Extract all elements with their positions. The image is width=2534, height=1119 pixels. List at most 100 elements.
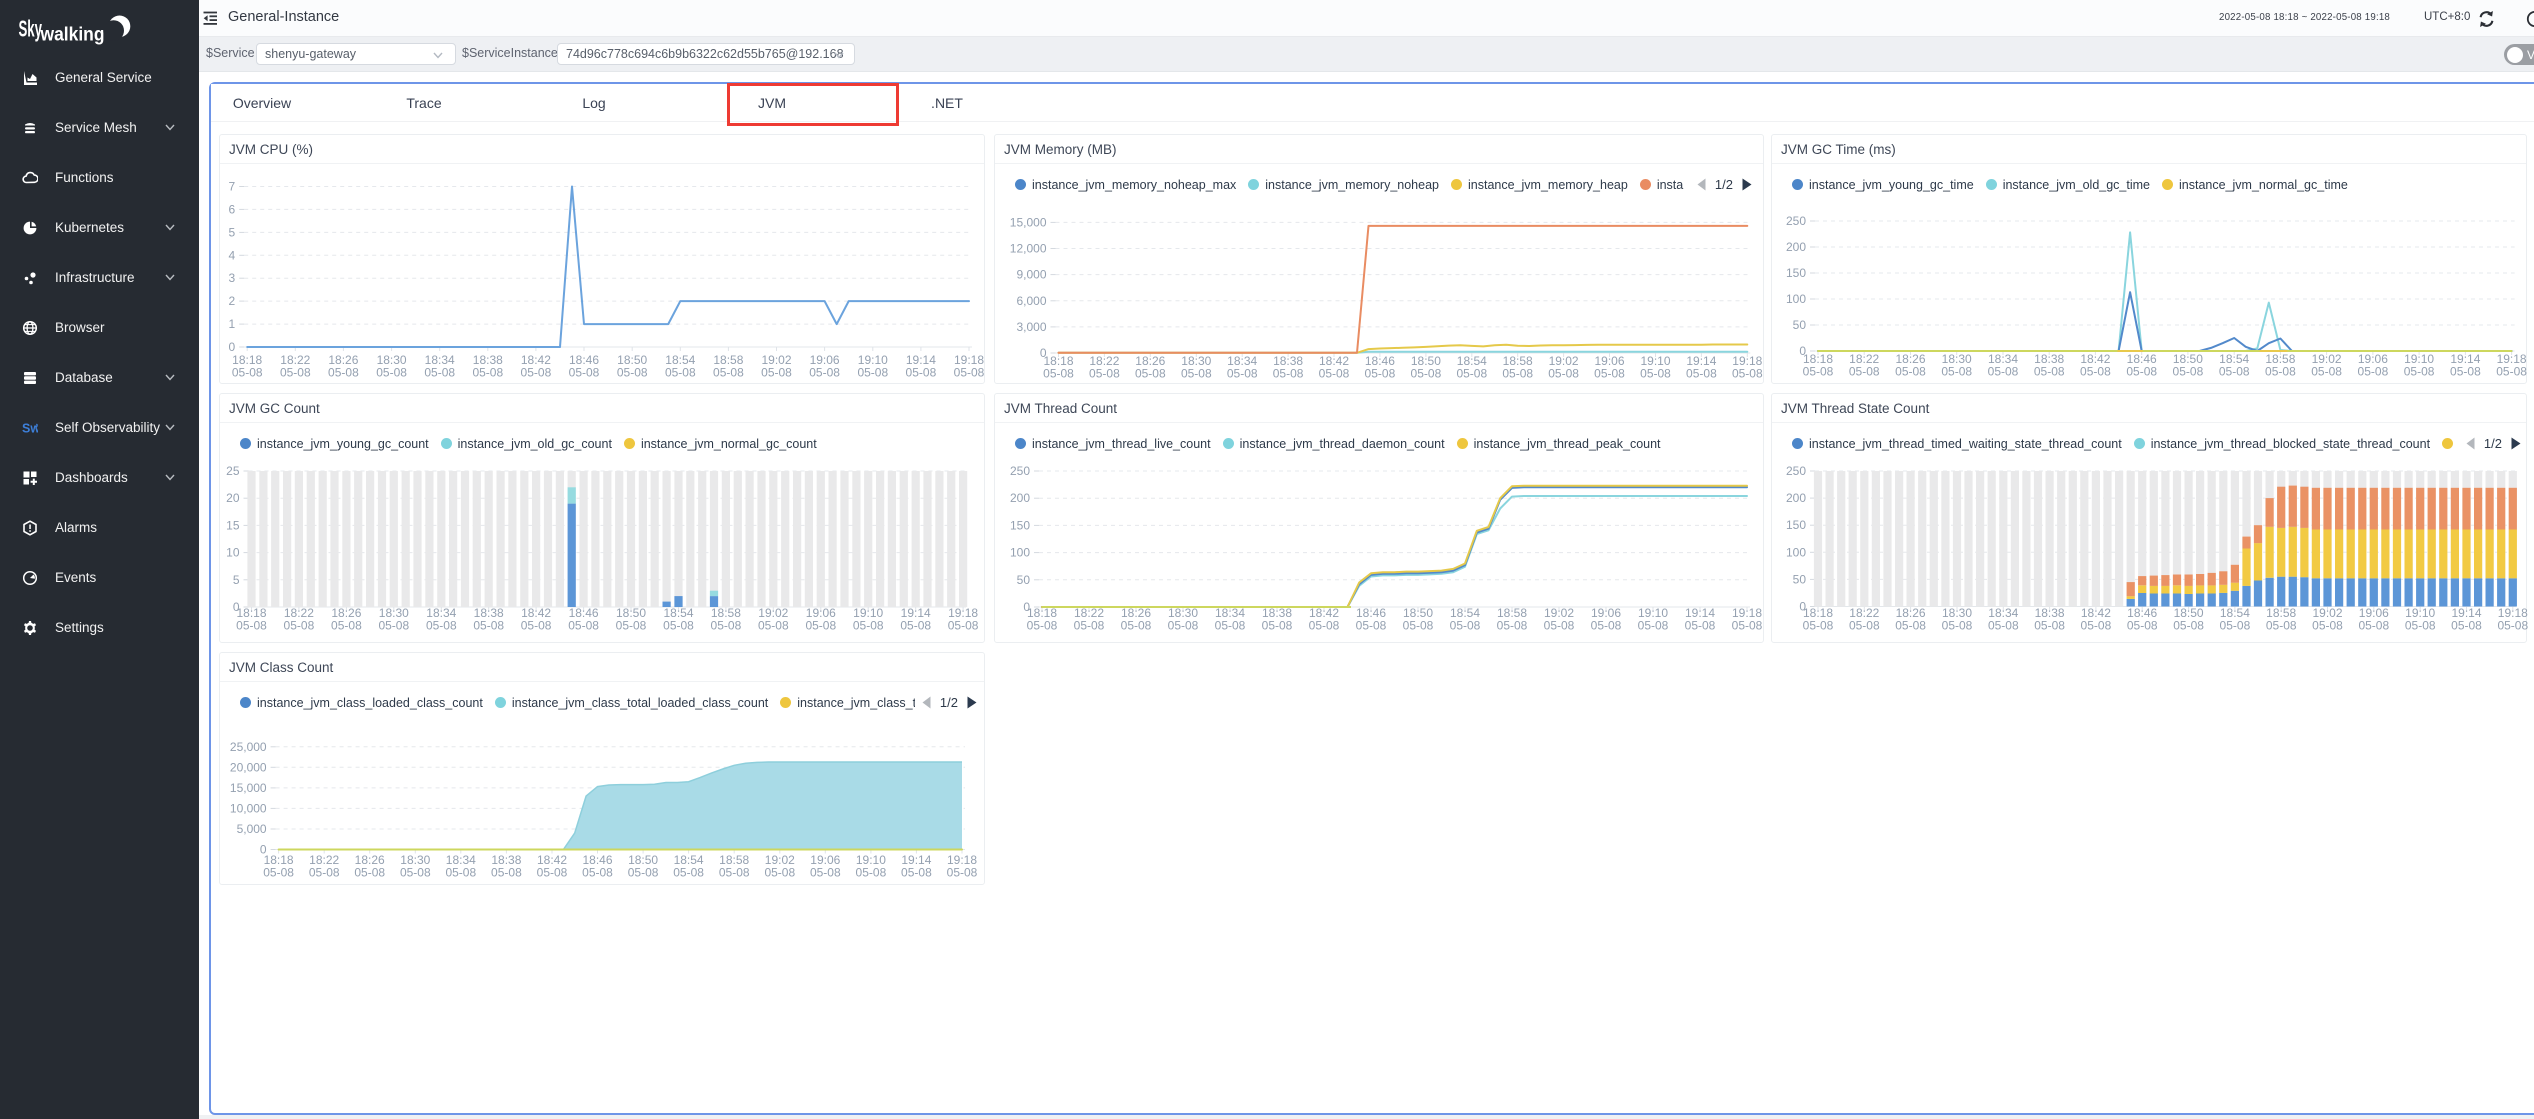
svg-text:05-08: 05-08 (1502, 367, 1533, 381)
svg-text:05-08: 05-08 (473, 619, 504, 633)
svg-text:05-08: 05-08 (1732, 619, 1763, 633)
svg-text:05-08: 05-08 (521, 619, 552, 633)
svg-text:05-08: 05-08 (232, 366, 263, 380)
svg-text:6,000: 6,000 (1016, 294, 1046, 308)
svg-text:05-08: 05-08 (424, 366, 455, 380)
svg-text:Sw: Sw (22, 422, 38, 436)
svg-text:05-08: 05-08 (617, 366, 648, 380)
svg-text:Sky: Sky (19, 16, 43, 42)
svg-text:5: 5 (229, 225, 236, 239)
svg-text:05-08: 05-08 (568, 619, 599, 633)
svg-text:05-08: 05-08 (376, 366, 407, 380)
svg-text:250: 250 (1786, 214, 1806, 228)
svg-text:05-08: 05-08 (284, 619, 315, 633)
svg-text:200: 200 (1010, 491, 1030, 505)
svg-text:05-08: 05-08 (906, 366, 937, 380)
svg-text:15,000: 15,000 (230, 781, 267, 795)
svg-text:05-08: 05-08 (853, 619, 884, 633)
svg-text:05-08: 05-08 (805, 619, 836, 633)
svg-text:05-08: 05-08 (309, 866, 340, 880)
svg-text:05-08: 05-08 (1411, 367, 1442, 381)
svg-text:25,000: 25,000 (230, 740, 267, 754)
svg-text:5: 5 (233, 573, 240, 587)
svg-text:05-08: 05-08 (2173, 365, 2204, 379)
svg-text:150: 150 (1786, 518, 1806, 532)
svg-text:100: 100 (1786, 545, 1806, 559)
svg-text:4: 4 (229, 248, 236, 262)
svg-text:50: 50 (1793, 572, 1807, 586)
svg-text:05-08: 05-08 (354, 866, 385, 880)
svg-text:05-08: 05-08 (1027, 619, 1058, 633)
svg-text:05-08: 05-08 (1262, 619, 1293, 633)
svg-text:05-08: 05-08 (2405, 619, 2436, 633)
svg-text:05-08: 05-08 (1181, 367, 1212, 381)
svg-text:05-08: 05-08 (1548, 367, 1579, 381)
svg-text:05-08: 05-08 (2358, 365, 2389, 379)
svg-text:05-08: 05-08 (1121, 619, 1152, 633)
svg-text:05-08: 05-08 (947, 866, 978, 880)
svg-text:05-08: 05-08 (2450, 365, 2481, 379)
svg-text:05-08: 05-08 (1215, 619, 1246, 633)
svg-text:05-08: 05-08 (1640, 367, 1671, 381)
svg-text:05-08: 05-08 (1544, 619, 1575, 633)
svg-text:15,000: 15,000 (1010, 215, 1047, 229)
svg-text:05-08: 05-08 (616, 619, 647, 633)
svg-text:05-08: 05-08 (2081, 619, 2112, 633)
svg-text:05-08: 05-08 (331, 619, 362, 633)
svg-text:0: 0 (229, 340, 236, 354)
svg-text:05-08: 05-08 (954, 366, 985, 380)
svg-text:12,000: 12,000 (1010, 242, 1047, 256)
svg-text:05-08: 05-08 (2034, 365, 2065, 379)
svg-text:05-08: 05-08 (1685, 619, 1716, 633)
svg-text:05-08: 05-08 (665, 366, 696, 380)
svg-text:05-08: 05-08 (2265, 365, 2296, 379)
svg-text:200: 200 (1786, 491, 1806, 505)
svg-text:05-08: 05-08 (2497, 619, 2528, 633)
svg-text:05-08: 05-08 (2173, 619, 2204, 633)
svg-text:05-08: 05-08 (856, 866, 887, 880)
svg-text:05-08: 05-08 (857, 366, 888, 380)
svg-text:05-08: 05-08 (1988, 365, 2019, 379)
svg-text:05-08: 05-08 (1450, 619, 1481, 633)
svg-text:05-08: 05-08 (445, 866, 476, 880)
svg-text:05-08: 05-08 (1732, 367, 1763, 381)
svg-text:05-08: 05-08 (1594, 367, 1625, 381)
svg-text:05-08: 05-08 (1074, 619, 1105, 633)
svg-text:05-08: 05-08 (628, 866, 659, 880)
svg-text:3: 3 (229, 271, 236, 285)
svg-text:05-08: 05-08 (900, 619, 931, 633)
svg-text:05-08: 05-08 (582, 866, 613, 880)
svg-text:05-08: 05-08 (2034, 619, 2065, 633)
svg-text:05-08: 05-08 (2496, 365, 2527, 379)
svg-text:05-08: 05-08 (673, 866, 704, 880)
svg-text:05-08: 05-08 (1803, 619, 1834, 633)
svg-text:05-08: 05-08 (809, 366, 840, 380)
svg-text:05-08: 05-08 (426, 619, 457, 633)
svg-text:200: 200 (1786, 240, 1806, 254)
svg-text:05-08: 05-08 (1043, 367, 1074, 381)
svg-text:250: 250 (1010, 464, 1030, 478)
svg-text:05-08: 05-08 (1089, 367, 1120, 381)
svg-text:5,000: 5,000 (237, 822, 267, 836)
svg-text:50: 50 (1017, 573, 1031, 587)
svg-text:05-08: 05-08 (1803, 365, 1834, 379)
svg-text:05-08: 05-08 (1895, 365, 1926, 379)
svg-text:05-08: 05-08 (2311, 365, 2342, 379)
svg-text:05-08: 05-08 (2219, 365, 2250, 379)
svg-text:100: 100 (1786, 292, 1806, 306)
svg-text:05-08: 05-08 (2220, 619, 2251, 633)
svg-text:05-08: 05-08 (711, 619, 742, 633)
svg-text:05-08: 05-08 (537, 866, 568, 880)
svg-text:05-08: 05-08 (1941, 365, 1972, 379)
svg-text:05-08: 05-08 (1356, 619, 1387, 633)
svg-text:25: 25 (226, 464, 240, 478)
svg-text:05-08: 05-08 (491, 866, 522, 880)
svg-text:05-08: 05-08 (1895, 619, 1926, 633)
svg-text:05-08: 05-08 (1686, 367, 1717, 381)
svg-text:05-08: 05-08 (1849, 619, 1880, 633)
svg-text:05-08: 05-08 (1365, 367, 1396, 381)
svg-text:05-08: 05-08 (810, 866, 841, 880)
svg-text:05-08: 05-08 (263, 866, 294, 880)
svg-text:05-08: 05-08 (1319, 367, 1350, 381)
svg-text:150: 150 (1010, 518, 1030, 532)
